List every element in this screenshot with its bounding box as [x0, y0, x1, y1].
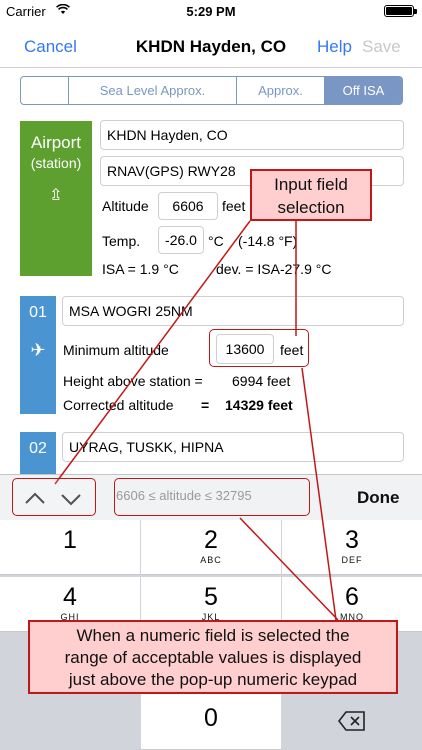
- corrected-altitude-value: 14329 feet: [225, 397, 293, 413]
- key-digit: 1: [63, 526, 77, 554]
- airport-name-field[interactable]: KHDN Hayden, CO: [100, 120, 404, 150]
- altitude-label: Altitude: [102, 198, 149, 214]
- key-1[interactable]: 1: [0, 520, 140, 575]
- temp-unit: °C: [208, 233, 224, 249]
- key-letters: DEF: [341, 555, 363, 565]
- waypoint-02-number: 02: [29, 440, 47, 457]
- key-digit: 3: [345, 526, 359, 554]
- runway-icon: ⇫: [49, 187, 63, 204]
- callout-line-2: selection: [277, 198, 345, 217]
- key-digit: 0: [204, 704, 218, 732]
- selected-field-highlight: [209, 329, 309, 367]
- key-digit: 6: [345, 583, 359, 611]
- done-button[interactable]: Done: [357, 488, 400, 508]
- status-bar: Carrier 5:29 PM: [0, 0, 422, 22]
- segment-sea-level-approx[interactable]: Sea Level Approx.: [69, 77, 237, 104]
- waypoint-01-number: 01: [29, 304, 47, 321]
- help-button[interactable]: Help: [317, 37, 352, 57]
- waypoint-01-badge: 01 ✈: [20, 296, 56, 414]
- note-line-3: just above the pop-up numeric keypad: [68, 670, 358, 689]
- corrected-altitude-equals: =: [201, 397, 210, 413]
- segment-off-isa[interactable]: Off ISA: [325, 77, 402, 104]
- minimum-altitude-label: Minimum altitude: [63, 342, 169, 358]
- waypoint-02-name-field[interactable]: UYRAG, TUSKK, HIPNA: [62, 432, 404, 462]
- page-title: KHDN Hayden, CO: [135, 37, 287, 56]
- segment-approx[interactable]: Approx.: [237, 77, 325, 104]
- note-line-1: When a numeric field is selected the: [76, 626, 350, 645]
- temperature-field[interactable]: -26.0: [158, 226, 204, 254]
- altitude-unit: feet: [222, 198, 246, 214]
- temp-label: Temp.: [102, 233, 141, 249]
- height-above-station-label: Height above station =: [63, 373, 203, 389]
- airport-label: Airport: [30, 133, 82, 152]
- range-explanation-callout: When a numeric field is selected the ran…: [28, 620, 398, 694]
- battery-tip: [414, 9, 417, 14]
- key-2[interactable]: 2 ABC: [141, 520, 281, 575]
- key-3[interactable]: 3 DEF: [282, 520, 422, 575]
- callout-line-1: Input field: [274, 175, 348, 194]
- segment-blank[interactable]: [21, 77, 69, 104]
- note-line-2: range of acceptable values is displayed: [64, 648, 362, 667]
- temp-fahrenheit: (-14.8 °F): [238, 233, 298, 249]
- backspace-icon: [338, 711, 365, 731]
- waypoint-01-name-field[interactable]: MSA WOGRI 25NM: [62, 296, 404, 326]
- input-field-selection-callout: Input field selection: [250, 169, 372, 221]
- waypoint-02-badge: 02: [20, 432, 56, 474]
- station-label: (station): [30, 155, 82, 171]
- range-hint-highlight: [114, 478, 310, 516]
- key-digit: 4: [63, 583, 77, 611]
- airport-station-badge: Airport (station) ⇫: [20, 121, 92, 276]
- key-blank: [0, 692, 140, 750]
- key-letters: ABC: [200, 555, 222, 565]
- delete-key[interactable]: [282, 692, 422, 750]
- height-above-station-value: 6994 feet: [232, 373, 291, 389]
- key-digit: 5: [204, 583, 218, 611]
- station-altitude-field[interactable]: 6606: [158, 192, 218, 220]
- corrected-altitude-label: Corrected altitude: [63, 397, 174, 413]
- battery-icon: [384, 5, 414, 17]
- clock: 5:29 PM: [186, 4, 236, 19]
- mode-segmented-control: Sea Level Approx. Approx. Off ISA: [20, 76, 403, 105]
- save-button[interactable]: Save: [362, 37, 401, 57]
- navigation-bar: Cancel KHDN Hayden, CO Help Save: [0, 22, 422, 68]
- isa-value: ISA = 1.9 °C: [102, 261, 179, 277]
- isa-deviation: dev. = ISA-27.9 °C: [216, 261, 332, 277]
- airplane-icon: ✈: [30, 340, 46, 360]
- key-0[interactable]: 0: [141, 692, 281, 750]
- key-digit: 2: [204, 526, 218, 554]
- chevrons-highlight: [12, 478, 96, 516]
